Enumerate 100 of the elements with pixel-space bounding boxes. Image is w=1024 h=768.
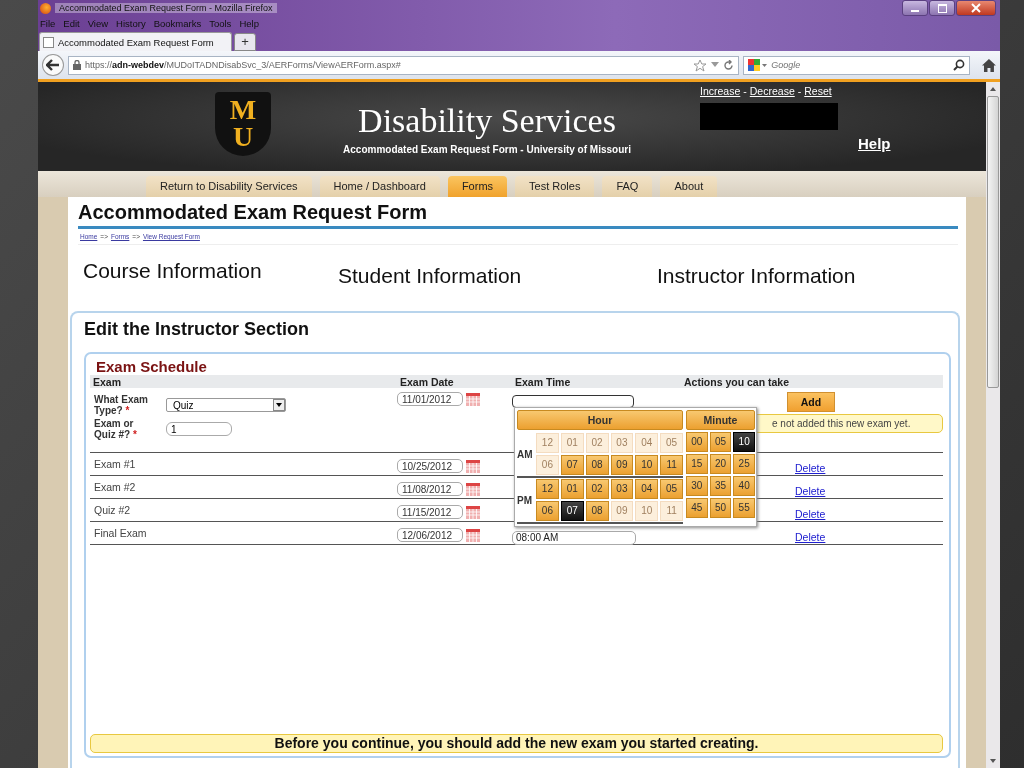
hour-cell: 05 [660, 433, 683, 453]
nav-tab[interactable]: Test Roles [515, 176, 595, 197]
delete-link[interactable]: Delete [795, 531, 826, 543]
lock-icon [72, 60, 81, 70]
text-size-link[interactable]: Decrease [749, 85, 795, 97]
hour-cell: 09 [610, 501, 634, 521]
minute-cell[interactable]: 40 [733, 476, 755, 496]
nav-tab[interactable]: FAQ [602, 176, 653, 197]
maximize-icon [937, 3, 947, 13]
minute-cell[interactable]: 10 [733, 432, 755, 452]
nav-tab[interactable]: Forms [447, 176, 508, 197]
scroll-up-icon[interactable] [990, 87, 996, 91]
date-field[interactable]: 11/15/2012 [397, 505, 463, 519]
exam-number-field[interactable]: 1 [166, 422, 232, 436]
delete-link[interactable]: Delete [795, 462, 826, 474]
minimize-button[interactable] [902, 0, 928, 16]
period-label: PM [517, 494, 533, 506]
hour-cell: 02 [585, 433, 609, 453]
section-link[interactable]: Course Information [83, 245, 338, 311]
date-field[interactable]: 10/25/2012 [397, 459, 463, 473]
address-bar[interactable]: https://adn-webdev/MUDoITADNDisabSvc_3/AERForms/ViewAERForm.aspx# [67, 55, 740, 75]
calendar-icon[interactable] [466, 529, 480, 542]
search-engine-icon[interactable] [748, 59, 769, 71]
date-field[interactable]: 11/08/2012 [397, 482, 463, 496]
hour-cell[interactable]: 09 [610, 455, 634, 475]
minute-cell[interactable]: 35 [709, 476, 732, 496]
university-logo: M U [215, 92, 271, 156]
hour-cell[interactable]: 12 [536, 479, 559, 499]
scroll-down-icon[interactable] [990, 759, 996, 763]
text-size-link[interactable]: Reset [804, 85, 832, 97]
back-button[interactable] [42, 54, 64, 76]
close-icon [971, 3, 981, 13]
hour-cell[interactable]: 10 [635, 455, 659, 475]
exam-name: Quiz #2 [93, 503, 132, 518]
minute-header: Minute [686, 410, 755, 430]
delete-link[interactable]: Delete [795, 508, 826, 520]
minute-cell[interactable]: 20 [709, 454, 732, 474]
hour-cell[interactable]: 01 [560, 479, 584, 499]
calendar-icon[interactable] [466, 393, 480, 406]
hour-cell: 10 [635, 501, 659, 521]
link-separator: - [743, 85, 747, 97]
schedule-title: Exam Schedule [95, 358, 208, 375]
reload-icon[interactable] [723, 59, 735, 71]
date-field[interactable]: 12/06/2012 [397, 528, 463, 542]
date-field[interactable]: 11/01/2012 [397, 392, 463, 406]
star-icon[interactable] [693, 58, 708, 72]
field-label: What Exam Type? * [94, 394, 149, 416]
minute-cell[interactable]: 05 [709, 432, 732, 452]
minute-cell[interactable]: 50 [709, 498, 732, 518]
hour-cell[interactable]: 03 [610, 479, 634, 499]
minute-cell[interactable]: 55 [733, 498, 755, 518]
minute-cell[interactable]: 25 [733, 454, 755, 474]
calendar-icon[interactable] [466, 460, 480, 473]
scroll-thumb[interactable] [987, 96, 999, 388]
exam-type-select[interactable]: Quiz [166, 398, 286, 412]
time-field[interactable]: 08:00 AM [512, 530, 636, 545]
column-header: Exam Time [514, 375, 572, 388]
nav-tab[interactable]: Home / Dashboard [319, 176, 440, 197]
hour-cell[interactable]: 08 [585, 455, 609, 475]
minute-cell[interactable]: 00 [686, 432, 708, 452]
search-icon[interactable] [953, 59, 966, 71]
section-link[interactable]: Instructor Information [657, 245, 856, 311]
site-title: Disability Services [358, 102, 616, 140]
close-button[interactable] [956, 0, 996, 16]
hour-cell: 06 [536, 455, 559, 475]
section-link[interactable]: Student Information [338, 245, 657, 311]
minimize-icon [911, 9, 919, 12]
minute-cell[interactable]: 30 [686, 476, 708, 496]
search-field[interactable]: Google [743, 55, 971, 75]
hour-cell[interactable]: 07 [560, 455, 584, 475]
dropdown-icon[interactable] [711, 62, 720, 68]
exam-name: Final Exam [93, 526, 148, 541]
window-title: Accommodated Exam Request Form - Mozilla Firefox [55, 3, 277, 13]
new-tab-button[interactable]: + [234, 33, 256, 51]
nav-tab[interactable]: Return to Disability Services [146, 176, 312, 197]
hour-cell[interactable]: 05 [660, 479, 683, 499]
hour-cell[interactable]: 02 [585, 479, 609, 499]
maximize-button[interactable] [929, 0, 955, 16]
help-link[interactable]: Help [858, 135, 891, 152]
hour-header: Hour [517, 410, 683, 430]
browser-tab[interactable]: Accommodated Exam Request Form [39, 32, 232, 51]
calendar-icon[interactable] [466, 483, 480, 496]
minute-cell[interactable]: 45 [686, 498, 708, 518]
hour-cell[interactable]: 08 [585, 501, 609, 521]
nav-tab[interactable]: About [660, 176, 718, 197]
minute-cell[interactable]: 15 [686, 454, 708, 474]
hour-cell: 01 [560, 433, 584, 453]
add-button[interactable]: Add [787, 392, 835, 412]
text-size-link[interactable]: Increase [700, 85, 741, 97]
hour-cell[interactable]: 11 [660, 455, 683, 475]
back-arrow-icon [45, 59, 60, 71]
delete-link[interactable]: Delete [795, 485, 826, 497]
home-icon[interactable] [982, 58, 996, 72]
calendar-icon[interactable] [466, 506, 480, 519]
hour-cell[interactable]: 04 [635, 479, 659, 499]
hour-cell: 03 [610, 433, 634, 453]
hour-cell: 11 [660, 501, 683, 521]
hour-cell[interactable]: 06 [536, 501, 559, 521]
exam-name: Exam #2 [93, 480, 137, 495]
hour-cell[interactable]: 07 [560, 501, 584, 521]
